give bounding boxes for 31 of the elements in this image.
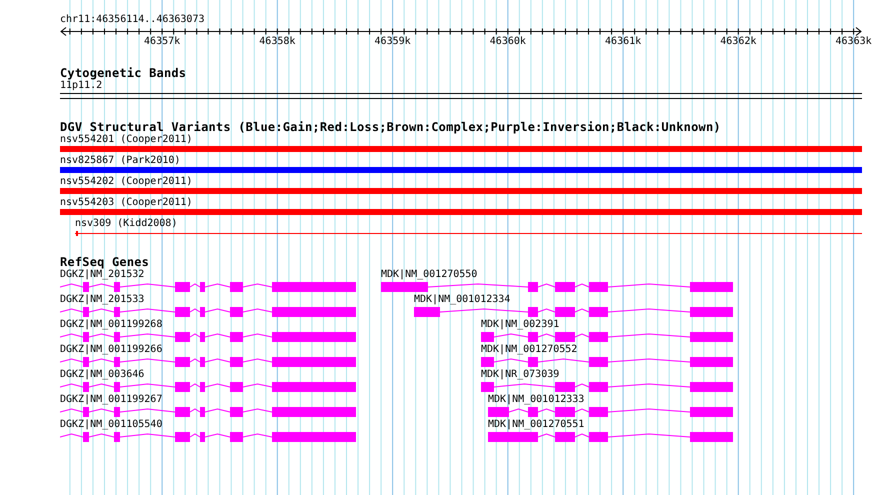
transcript-label: MDK|NR_073039 [481,369,560,381]
transcript-label: DGKZ|NM_201532 [60,269,144,281]
transcript-label: DGKZ|NM_001199267 [60,394,162,406]
tick-label: 46362k [720,36,756,47]
track-title: RefSeq Genes [60,256,150,269]
track-title: Cytogenetic Bands [60,67,188,80]
transcript-label: DGKZ|NM_001105540 [60,419,162,431]
tick-label: 46361k [605,36,642,47]
variant-label: nsv554201 (Cooper2011) [60,134,192,146]
transcript-label: DGKZ|NM_001199268 [60,319,162,331]
variant-label: nsv309 (Kidd2008) [75,218,178,230]
transcript-label: MDK|NM_001270550 [381,269,478,281]
transcript-label: MDK|NM_001012334 [414,294,510,306]
transcript-label: DGKZ|NM_001199266 [60,344,162,356]
transcript-label: MDK|NM_001270551 [488,419,584,431]
track-title: DGV Structural Variants (Blue:Gain;Red:Loss;Brown:Complex;Purple:Inversion;Black:Unknown) [60,121,722,134]
tick-label: 46358k [259,36,296,47]
tick-label: 46360k [490,36,526,47]
transcript-label: MDK|NM_002391 [481,319,560,331]
tick-label: 46357k [144,36,180,47]
transcript-label: DGKZ|NM_003646 [60,369,144,381]
transcript-label: MDK|NM_001270552 [481,344,578,356]
region-label: chr11:46356114..46363073 [60,14,206,26]
transcript-label: DGKZ|NM_201533 [60,294,144,306]
tick-label: 46359k [374,36,411,47]
variant-label: nsv554203 (Cooper2011) [60,197,192,209]
variant-label: nsv825867 (Park2010) [60,155,180,167]
variant-label: nsv554202 (Cooper2011) [60,176,192,188]
band-label: 11p11.2 [60,80,102,92]
tick-label: 46363k [836,36,872,47]
transcript-label: MDK|NM_001012333 [488,394,584,406]
